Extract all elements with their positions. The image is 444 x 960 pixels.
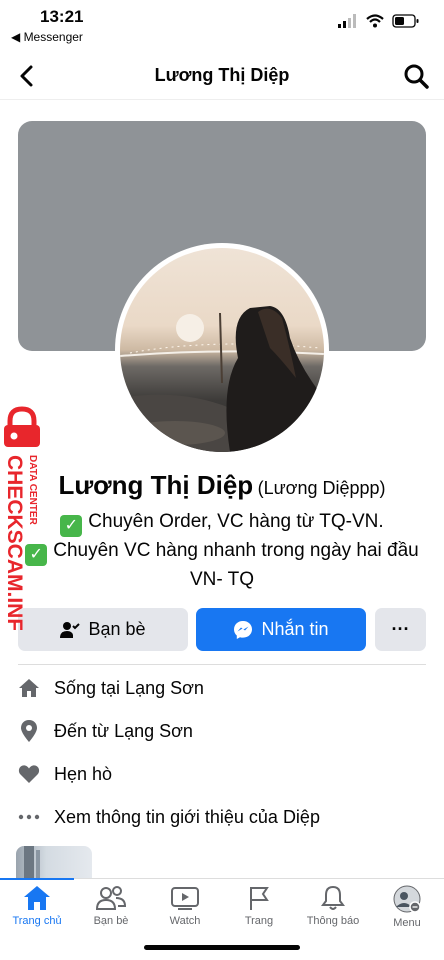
heart-icon xyxy=(18,763,40,785)
home-icon xyxy=(24,886,50,910)
bell-icon xyxy=(321,885,345,910)
info-row-lives-in[interactable]: Sống tại Lạng Sơn xyxy=(18,668,204,708)
info-label: Sống tại xyxy=(54,677,126,698)
check-mark-icon: ✓ xyxy=(60,515,83,537)
tab-label: Watch xyxy=(169,915,201,927)
friend-check-icon xyxy=(60,621,81,638)
friends-button-label: Bạn bè xyxy=(88,619,146,639)
home-icon xyxy=(18,677,40,699)
tab-notifications[interactable]: Thông báo xyxy=(296,885,370,927)
messenger-icon xyxy=(234,620,253,639)
tab-label: Trang xyxy=(244,915,274,927)
tab-menu[interactable]: Menu xyxy=(370,885,444,929)
tab-friends[interactable]: Bạn bè xyxy=(74,885,148,927)
info-label: Xem thông tin giới thiệu của Diệp xyxy=(54,806,320,827)
menu-avatar-icon xyxy=(393,885,421,913)
flag-icon xyxy=(250,887,269,910)
watermark-brand: CHECKSCAM.INFO xyxy=(3,455,26,630)
tab-label: Menu xyxy=(393,917,421,929)
top-nav: Lương Thị Diệp xyxy=(0,52,444,100)
profile-name: Lương Thị Diệp xyxy=(58,470,254,500)
more-options-button[interactable]: ··· xyxy=(375,608,426,651)
more-dots-icon xyxy=(18,806,40,828)
bio-line: ✓ Chuyên VC hàng nhanh trong ngày hai đầu… xyxy=(24,537,420,594)
featured-photo-thumbnail[interactable] xyxy=(16,846,92,880)
tab-label: Bạn bè xyxy=(93,915,129,927)
clock: 13:21 xyxy=(40,7,84,26)
info-row-from[interactable]: Đến từ Lạng Sơn xyxy=(18,711,193,751)
more-dots-icon: ··· xyxy=(391,619,410,639)
info-label: Hẹn hò xyxy=(54,763,113,784)
tab-pages[interactable]: Trang xyxy=(222,885,296,927)
friends-icon xyxy=(96,886,126,910)
profile-bio: ✓ Chuyên Order, VC hàng từ TQ-VN. ✓ Chuyên… xyxy=(24,508,420,594)
message-button-label: Nhắn tin xyxy=(261,619,329,639)
bio-line: ✓ Chuyên Order, VC hàng từ TQ-VN. xyxy=(24,508,420,537)
watch-icon xyxy=(171,887,199,910)
status-bar: 13:21 ◀ Messenger xyxy=(0,0,444,50)
info-value: Lạng Sơn xyxy=(114,720,193,741)
info-label: Đến từ xyxy=(54,720,115,741)
tab-label: Trang chủ xyxy=(12,915,62,927)
checkscam-watermark: DATA CENTER CHECKSCAM.INFO xyxy=(2,405,50,648)
page-title: Lương Thị Diệp xyxy=(154,65,290,85)
wifi-icon xyxy=(366,14,384,28)
info-row-see-about[interactable]: Xem thông tin giới thiệu của Diệp xyxy=(18,797,320,837)
profile-alt-name: (Lương Diệppp) xyxy=(257,478,386,498)
profile-avatar[interactable] xyxy=(115,243,329,457)
profile-name-block: Lương Thị Diệp (Lương Diệppp) xyxy=(0,470,444,501)
divider xyxy=(18,664,426,665)
location-pin-icon xyxy=(18,720,40,742)
info-row-dating[interactable]: Hẹn hò xyxy=(18,754,112,794)
battery-icon xyxy=(392,14,419,28)
watermark-sub: DATA CENTER xyxy=(27,455,38,526)
back-to-messenger-link[interactable]: ◀ Messenger xyxy=(11,30,83,44)
active-tab-indicator xyxy=(0,878,74,880)
avatar-photo xyxy=(120,248,324,452)
tab-label: Thông báo xyxy=(306,915,360,927)
message-button[interactable]: Nhắn tin xyxy=(196,608,366,651)
info-value: Lạng Sơn xyxy=(125,677,204,698)
tab-watch[interactable]: Watch xyxy=(148,885,222,927)
tab-home[interactable]: Trang chủ xyxy=(0,885,74,927)
cellular-signal-icon xyxy=(338,14,356,28)
search-icon[interactable] xyxy=(402,62,430,90)
status-icons xyxy=(338,14,420,28)
home-indicator[interactable] xyxy=(144,945,300,950)
